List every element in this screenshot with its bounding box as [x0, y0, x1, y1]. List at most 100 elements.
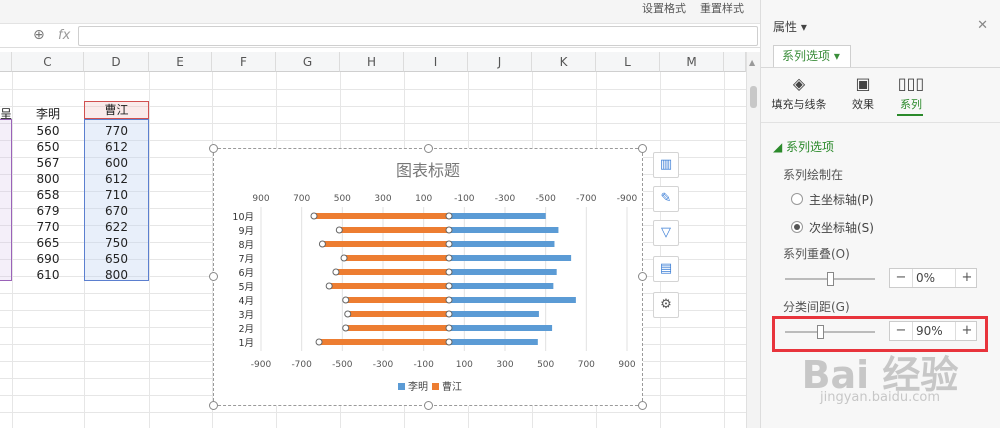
chart-filter-icon[interactable]: ▽ — [653, 220, 679, 246]
tab-series-options[interactable]: 系列选项 ▾ — [773, 45, 851, 67]
series-bar-liming — [449, 283, 554, 289]
reset-style-button[interactable]: 重置样式 — [700, 2, 744, 15]
cell-c-value[interactable]: 679 — [12, 203, 84, 220]
column-header-m[interactable]: M — [660, 52, 724, 72]
cell-d-value[interactable]: 670 — [84, 203, 149, 220]
cell-c3-header[interactable]: 李明 — [12, 106, 84, 123]
column-header-b[interactable] — [0, 52, 12, 72]
cell-c-value[interactable]: 690 — [12, 251, 84, 268]
column-header-l[interactable]: L — [596, 52, 660, 72]
selection-point — [342, 324, 350, 332]
series-bar-caojiang — [313, 213, 449, 219]
resize-handle-t[interactable] — [424, 144, 433, 153]
cell-c-value[interactable]: 650 — [12, 139, 84, 156]
bottom-axis-tick-label: 500 — [537, 360, 554, 370]
chart-style-brush-icon[interactable]: ✎ — [653, 186, 679, 212]
selection-point — [335, 226, 343, 234]
radio-secondary-axis[interactable] — [791, 221, 803, 233]
cell-d-value[interactable]: 650 — [84, 251, 149, 268]
selection-point — [445, 282, 453, 290]
series-bar-liming — [449, 269, 557, 275]
overlap-slider-knob[interactable] — [827, 272, 834, 286]
cell-c-value[interactable]: 800 — [12, 171, 84, 188]
resize-handle-bl[interactable] — [209, 401, 218, 410]
zoom-icon[interactable]: ⊕ — [33, 27, 49, 43]
gap-width-label: 分类间距(G) — [783, 300, 850, 314]
overlap-value-input[interactable]: 0% — [912, 269, 956, 287]
subtab-underline — [897, 114, 923, 116]
series-bar-caojiang — [345, 325, 449, 331]
column-header-h[interactable]: H — [340, 52, 404, 72]
series-bar-liming — [449, 339, 538, 345]
category-label: 8月 — [238, 240, 254, 251]
selection-point — [445, 324, 453, 332]
column-header-i[interactable]: I — [404, 52, 468, 72]
selection-point — [325, 282, 333, 290]
cell-c-value[interactable]: 567 — [12, 155, 84, 172]
series-bar-caojiang — [347, 311, 449, 317]
cell-c-value[interactable]: 560 — [12, 123, 84, 140]
overlap-plus-button[interactable]: + — [958, 269, 976, 287]
column-header-e[interactable]: E — [149, 52, 212, 72]
cell-b3[interactable]: 呈 — [0, 106, 12, 123]
cell-c-value[interactable]: 665 — [12, 235, 84, 252]
cell-c-value[interactable]: 658 — [12, 187, 84, 204]
cell-d-value[interactable]: 612 — [84, 139, 149, 156]
series-bar-caojiang — [345, 297, 449, 303]
column-header-f[interactable]: F — [212, 52, 276, 72]
spreadsheet-app: { "toolbar": {"right_items": ["设置格式", "重… — [0, 0, 1000, 428]
cell-d3-header[interactable]: 曹江 — [84, 102, 149, 119]
cell-d-value[interactable]: 622 — [84, 219, 149, 236]
column-header-c[interactable]: C — [12, 52, 84, 72]
scroll-thumb[interactable] — [750, 86, 757, 108]
overlap-minus-button[interactable]: − — [892, 269, 910, 287]
resize-handle-tl[interactable] — [209, 144, 218, 153]
column-header-n[interactable] — [724, 52, 746, 72]
cell-d-value[interactable]: 750 — [84, 235, 149, 252]
top-axis-tick-label: 500 — [334, 194, 351, 204]
selection-point — [344, 310, 352, 318]
category-label: 7月 — [238, 254, 254, 265]
cell-d-value[interactable]: 770 — [84, 123, 149, 140]
category-label: 4月 — [238, 296, 254, 307]
bottom-axis-tick-label: -700 — [291, 360, 312, 370]
set-format-button[interactable]: 设置格式 — [642, 2, 686, 15]
resize-handle-l[interactable] — [209, 272, 218, 281]
scroll-up-icon[interactable]: ▲ — [749, 58, 755, 67]
cell-d-value[interactable]: 600 — [84, 155, 149, 172]
cell-d-value[interactable]: 612 — [84, 171, 149, 188]
series-bar-caojiang — [322, 241, 449, 247]
subtab-series[interactable]: ▯▯▯ 系列 — [881, 74, 941, 112]
resize-handle-b[interactable] — [424, 401, 433, 410]
chart-elements-icon[interactable]: ▥ — [653, 152, 679, 178]
top-axis-tick-label: -100 — [454, 194, 475, 204]
resize-handle-r[interactable] — [638, 272, 647, 281]
bottom-axis-tick-label: -900 — [251, 360, 272, 370]
chart-data-icon[interactable]: ▤ — [653, 256, 679, 282]
panel-title[interactable]: 属性 ▾ — [773, 18, 807, 35]
close-icon[interactable]: ✕ — [977, 18, 988, 33]
top-axis-tick-label: -300 — [495, 194, 516, 204]
radio-primary-axis[interactable] — [791, 193, 803, 205]
chart-object[interactable]: 图表标题 900 700 500 300 100 -100 -300 -500 -700 -900… — [209, 144, 647, 410]
column-header-j[interactable]: J — [468, 52, 532, 72]
cell-c-value[interactable]: 610 — [12, 267, 84, 284]
column-header-d[interactable]: D — [84, 52, 149, 72]
section-series-options[interactable]: ◢ 系列选项 — [773, 138, 834, 155]
category-label: 9月 — [238, 226, 254, 237]
resize-handle-tr[interactable] — [638, 144, 647, 153]
radio-primary-axis-label[interactable]: 主坐标轴(P) — [809, 191, 874, 208]
cell-d-value[interactable]: 800 — [84, 267, 149, 284]
column-header-g[interactable]: G — [276, 52, 340, 72]
cell-d-value[interactable]: 710 — [84, 187, 149, 204]
overlap-slider[interactable] — [785, 272, 875, 286]
sheet-vertical-scrollbar[interactable]: ▲ — [746, 52, 760, 428]
resize-handle-br[interactable] — [638, 401, 647, 410]
chart-settings-gear-icon[interactable]: ⚙ — [653, 292, 679, 318]
column-header-k[interactable]: K — [532, 52, 596, 72]
subtab-fill-line[interactable]: ◈ 填充与线条 — [769, 74, 829, 112]
formula-input[interactable] — [78, 26, 758, 46]
radio-secondary-axis-label[interactable]: 次坐标轴(S) — [809, 219, 874, 236]
overlap-stepper[interactable]: − 0% + — [889, 268, 977, 288]
cell-c-value[interactable]: 770 — [12, 219, 84, 236]
